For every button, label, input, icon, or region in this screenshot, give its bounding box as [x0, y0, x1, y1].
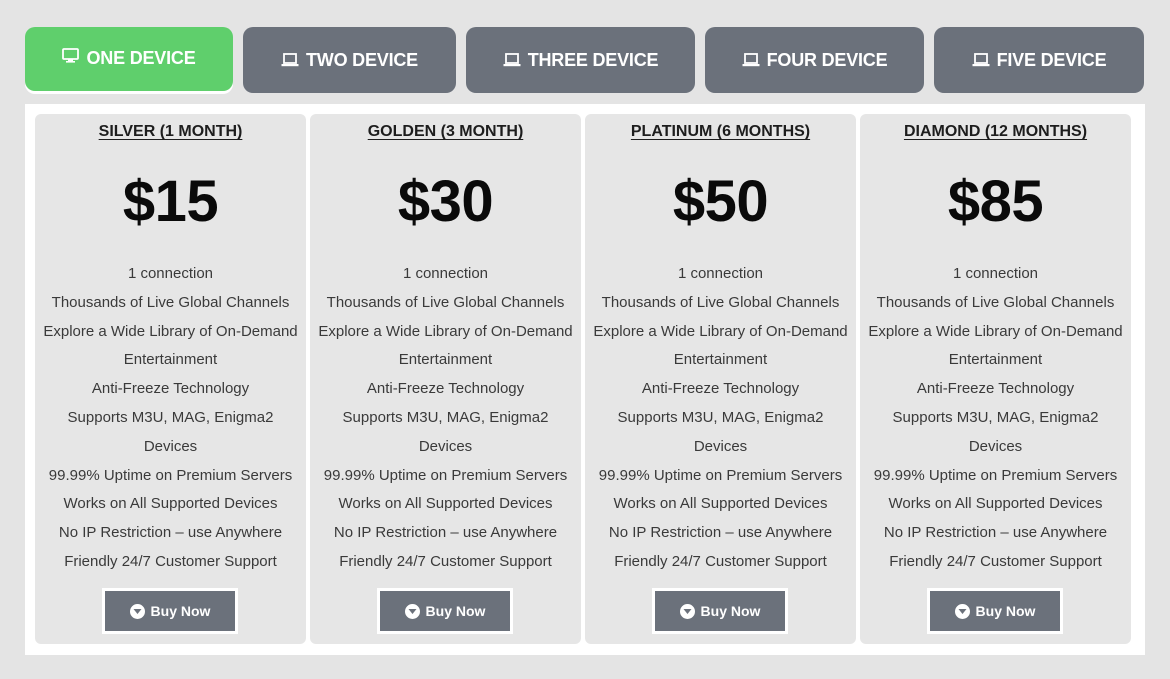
tab-one-device[interactable]: ONE DEVICE: [25, 27, 233, 91]
feature-item: Friendly 24/7 Customer Support: [889, 552, 1102, 570]
feature-item: Thousands of Live Global Channels: [601, 293, 840, 311]
plan-price: $30: [397, 169, 494, 234]
feature-item: 1 connection: [677, 265, 764, 282]
plan-price: $85: [947, 169, 1044, 234]
feature-item: 99.99% Uptime on Premium Servers: [323, 466, 568, 484]
feature-item: 1 connection: [402, 265, 489, 282]
feature-list: 1 connection Thousands of Live Global Ch…: [316, 260, 575, 577]
feature-item: Friendly 24/7 Customer Support: [339, 552, 552, 570]
monitor-icon: [62, 48, 80, 63]
plan-card-silver: SILVER (1 MONTH) $15 1 connection Thousa…: [35, 114, 306, 644]
tab-label: FIVE DEVICE: [996, 49, 1107, 70]
buy-now-label: Buy Now: [700, 603, 761, 619]
feature-item: Anti-Freeze Technology: [91, 380, 250, 398]
feature-item: Works on All Supported Devices: [63, 495, 278, 513]
feature-item: No IP Restriction – use Anywhere: [608, 524, 833, 542]
feature-item: Explore a Wide Library of On-Demand Ente…: [318, 322, 573, 369]
feature-item: No IP Restriction – use Anywhere: [58, 524, 283, 542]
feature-item: Works on All Supported Devices: [338, 495, 553, 513]
laptop-icon: [281, 53, 299, 67]
feature-item: Explore a Wide Library of On-Demand Ente…: [593, 322, 848, 369]
chevron-down-circle-icon: [954, 603, 970, 619]
feature-list: 1 connection Thousands of Live Global Ch…: [41, 260, 300, 577]
laptop-icon: [503, 53, 521, 67]
tab-label: THREE DEVICE: [527, 49, 659, 70]
plan-price: $15: [122, 169, 219, 234]
buy-now-button[interactable]: Buy Now: [652, 588, 788, 634]
plan-card-platinum: PLATINUM (6 MONTHS) $50 1 connection Tho…: [585, 114, 856, 644]
feature-item: Thousands of Live Global Channels: [51, 293, 290, 311]
plan-title: DIAMOND (12 MONTHS): [903, 123, 1088, 140]
tab-label: ONE DEVICE: [86, 48, 196, 68]
plan-card-diamond: DIAMOND (12 MONTHS) $85 1 connection Tho…: [860, 114, 1131, 644]
tab-three-device[interactable]: THREE DEVICE: [466, 27, 695, 93]
laptop-icon: [742, 53, 760, 67]
feature-item: Anti-Freeze Technology: [366, 380, 525, 398]
feature-list: 1 connection Thousands of Live Global Ch…: [866, 260, 1125, 577]
feature-item: Thousands of Live Global Channels: [876, 293, 1115, 311]
feature-item: Friendly 24/7 Customer Support: [614, 552, 827, 570]
feature-item: 1 connection: [952, 265, 1039, 282]
plan-title: PLATINUM (6 MONTHS): [630, 123, 811, 140]
buy-now-button[interactable]: Buy Now: [927, 588, 1063, 634]
feature-item: 99.99% Uptime on Premium Servers: [873, 466, 1118, 484]
feature-item: No IP Restriction – use Anywhere: [883, 524, 1108, 542]
feature-item: Explore a Wide Library of On-Demand Ente…: [43, 322, 298, 369]
feature-item: 1 connection: [127, 265, 214, 282]
feature-item: 99.99% Uptime on Premium Servers: [48, 466, 293, 484]
plan-card-golden: GOLDEN (3 MONTH) $30 1 connection Thousa…: [310, 114, 581, 644]
pricing-panel: SILVER (1 MONTH) $15 1 connection Thousa…: [25, 104, 1145, 655]
feature-item: Supports M3U, MAG, Enigma2 Devices: [67, 408, 274, 455]
buy-now-label: Buy Now: [150, 603, 211, 619]
buy-now-label: Buy Now: [975, 603, 1036, 619]
tab-four-device[interactable]: FOUR DEVICE: [705, 27, 924, 93]
feature-item: Works on All Supported Devices: [888, 495, 1103, 513]
feature-item: 99.99% Uptime on Premium Servers: [598, 466, 843, 484]
feature-item: Anti-Freeze Technology: [916, 380, 1075, 398]
tab-five-device[interactable]: FIVE DEVICE: [934, 27, 1144, 93]
feature-item: Anti-Freeze Technology: [641, 380, 800, 398]
tab-two-device[interactable]: TWO DEVICE: [243, 27, 456, 93]
feature-item: Explore a Wide Library of On-Demand Ente…: [868, 322, 1123, 369]
plan-title: SILVER (1 MONTH): [98, 123, 243, 140]
tab-label: FOUR DEVICE: [766, 49, 888, 70]
tab-label: TWO DEVICE: [305, 49, 418, 70]
buy-now-label: Buy Now: [425, 603, 486, 619]
buy-now-button[interactable]: Buy Now: [377, 588, 513, 634]
chevron-down-circle-icon: [129, 603, 145, 619]
plan-title: GOLDEN (3 MONTH): [367, 123, 524, 140]
feature-item: No IP Restriction – use Anywhere: [333, 524, 558, 542]
feature-list: 1 connection Thousands of Live Global Ch…: [591, 260, 850, 577]
plan-price: $50: [672, 169, 769, 234]
device-tabs: ONE DEVICE TWO DEVICE THREE DEVICE FOUR …: [0, 0, 1170, 100]
feature-item: Thousands of Live Global Channels: [326, 293, 565, 311]
buy-now-button[interactable]: Buy Now: [102, 588, 238, 634]
laptop-icon: [972, 53, 990, 67]
feature-item: Supports M3U, MAG, Enigma2 Devices: [342, 408, 549, 455]
feature-item: Works on All Supported Devices: [613, 495, 828, 513]
feature-item: Supports M3U, MAG, Enigma2 Devices: [617, 408, 824, 455]
chevron-down-circle-icon: [404, 603, 420, 619]
feature-item: Friendly 24/7 Customer Support: [64, 552, 277, 570]
chevron-down-circle-icon: [679, 603, 695, 619]
feature-item: Supports M3U, MAG, Enigma2 Devices: [892, 408, 1099, 455]
